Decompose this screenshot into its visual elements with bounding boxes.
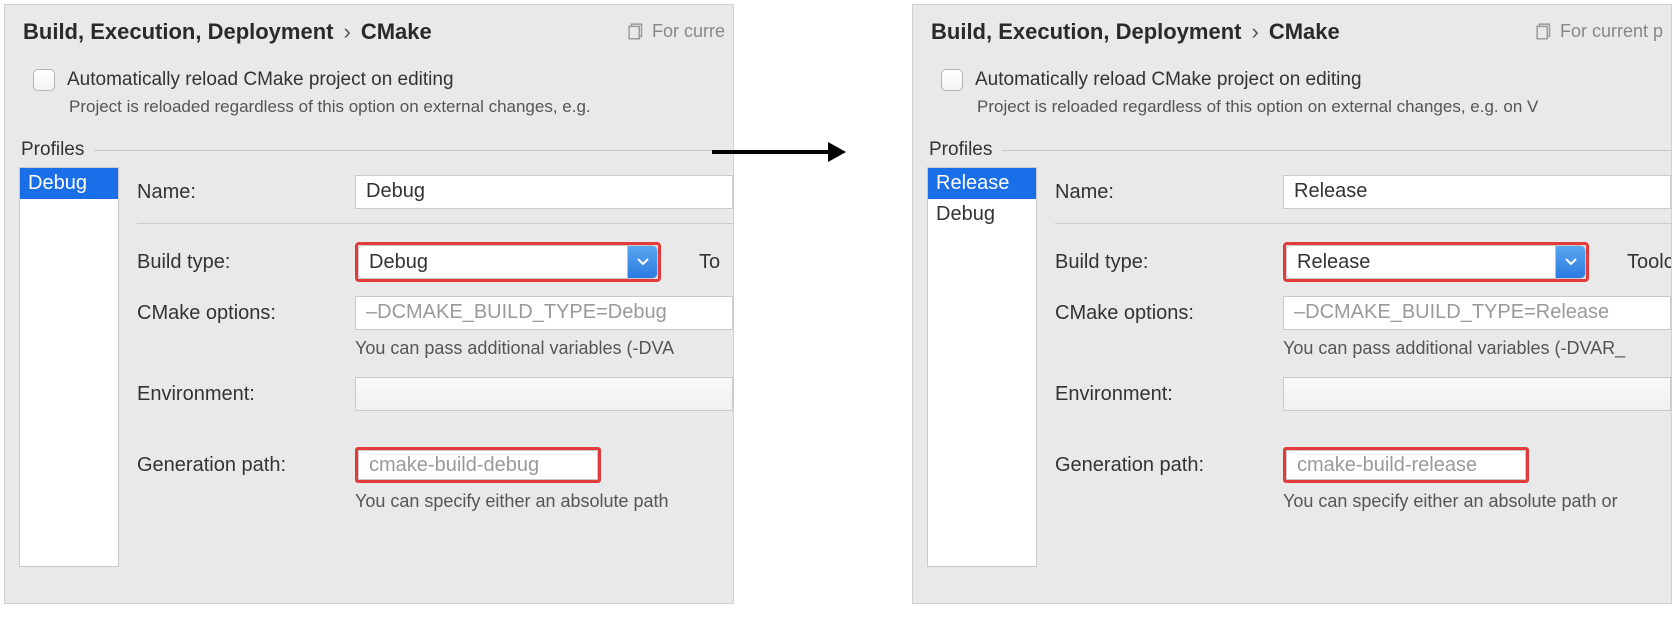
generation-path-hint: You can specify either an absolute path … <box>1283 491 1671 512</box>
breadcrumb: Build, Execution, Deployment › CMake <box>5 5 733 55</box>
name-input[interactable]: Release <box>1283 175 1671 209</box>
cmake-options-label: CMake options: <box>1055 302 1265 325</box>
auto-reload-hint: Project is reloaded regardless of this o… <box>913 91 1671 117</box>
profiles-list[interactable]: Release Debug <box>927 167 1037 567</box>
cmake-options-input[interactable]: –DCMAKE_BUILD_TYPE=Release <box>1283 296 1671 330</box>
settings-panel-after: Build, Execution, Deployment › CMake For… <box>912 4 1672 604</box>
toolchain-label-cut: Toolc <box>1627 251 1671 274</box>
scope-hint-text: For curre <box>652 21 725 42</box>
generation-path-input[interactable]: cmake-build-release <box>1286 450 1526 480</box>
build-type-value: Release <box>1287 251 1370 274</box>
cmake-options-input[interactable]: –DCMAKE_BUILD_TYPE=Debug <box>355 296 733 330</box>
profile-item-release[interactable]: Release <box>928 168 1036 199</box>
divider <box>94 150 733 151</box>
divider <box>1002 150 1671 151</box>
generation-path-hint: You can specify either an absolute path <box>355 491 733 512</box>
build-type-highlight: Debug <box>355 242 661 282</box>
transition-gap <box>738 0 908 644</box>
auto-reload-label[interactable]: Automatically reload CMake project on ed… <box>975 69 1362 91</box>
auto-reload-checkbox[interactable] <box>941 69 963 91</box>
chevron-down-icon[interactable] <box>627 246 657 278</box>
environment-input[interactable] <box>355 377 733 411</box>
scope-hint: For curre <box>628 21 725 42</box>
breadcrumb-child[interactable]: CMake <box>1269 19 1340 45</box>
generation-path-highlight: cmake-build-debug <box>355 447 601 483</box>
copy-icon <box>628 23 646 41</box>
build-type-select[interactable]: Release <box>1286 245 1586 279</box>
profiles-list[interactable]: Debug <box>19 167 119 567</box>
profile-item-debug[interactable]: Debug <box>20 168 118 199</box>
breadcrumb-parent[interactable]: Build, Execution, Deployment <box>931 19 1241 45</box>
generation-path-label: Generation path: <box>1055 454 1265 477</box>
generation-path-label: Generation path: <box>137 454 337 477</box>
breadcrumb-separator: › <box>1251 19 1258 45</box>
auto-reload-hint: Project is reloaded regardless of this o… <box>5 91 733 117</box>
profiles-label: Profiles <box>929 139 992 161</box>
name-input[interactable]: Debug <box>355 175 733 209</box>
profiles-label: Profiles <box>21 139 84 161</box>
environment-label: Environment: <box>1055 383 1265 406</box>
name-label: Name: <box>1055 181 1265 204</box>
build-type-select[interactable]: Debug <box>358 245 658 279</box>
build-type-label: Build type: <box>137 251 337 274</box>
arrow-right-icon <box>710 140 850 164</box>
generation-path-input[interactable]: cmake-build-debug <box>358 450 598 480</box>
cmake-options-hint: You can pass additional variables (-DVAR… <box>1283 338 1671 359</box>
cmake-options-hint: You can pass additional variables (-DVA <box>355 338 733 359</box>
copy-icon <box>1536 23 1554 41</box>
environment-input[interactable] <box>1283 377 1671 411</box>
scope-hint: For current p <box>1536 21 1663 42</box>
auto-reload-checkbox[interactable] <box>33 69 55 91</box>
toolchain-label-cut: To <box>699 251 720 274</box>
profile-item-debug[interactable]: Debug <box>928 199 1036 230</box>
build-type-highlight: Release <box>1283 242 1589 282</box>
breadcrumb-separator: › <box>343 19 350 45</box>
divider <box>1055 223 1671 224</box>
scope-hint-text: For current p <box>1560 21 1663 42</box>
chevron-down-icon[interactable] <box>1555 246 1585 278</box>
cmake-options-label: CMake options: <box>137 302 337 325</box>
build-type-label: Build type: <box>1055 251 1265 274</box>
build-type-value: Debug <box>359 251 428 274</box>
settings-panel-before: Build, Execution, Deployment › CMake For… <box>4 4 734 604</box>
name-label: Name: <box>137 181 337 204</box>
breadcrumb-child[interactable]: CMake <box>361 19 432 45</box>
generation-path-highlight: cmake-build-release <box>1283 447 1529 483</box>
environment-label: Environment: <box>137 383 337 406</box>
divider <box>137 223 733 224</box>
breadcrumb-parent[interactable]: Build, Execution, Deployment <box>23 19 333 45</box>
auto-reload-label[interactable]: Automatically reload CMake project on ed… <box>67 69 454 91</box>
